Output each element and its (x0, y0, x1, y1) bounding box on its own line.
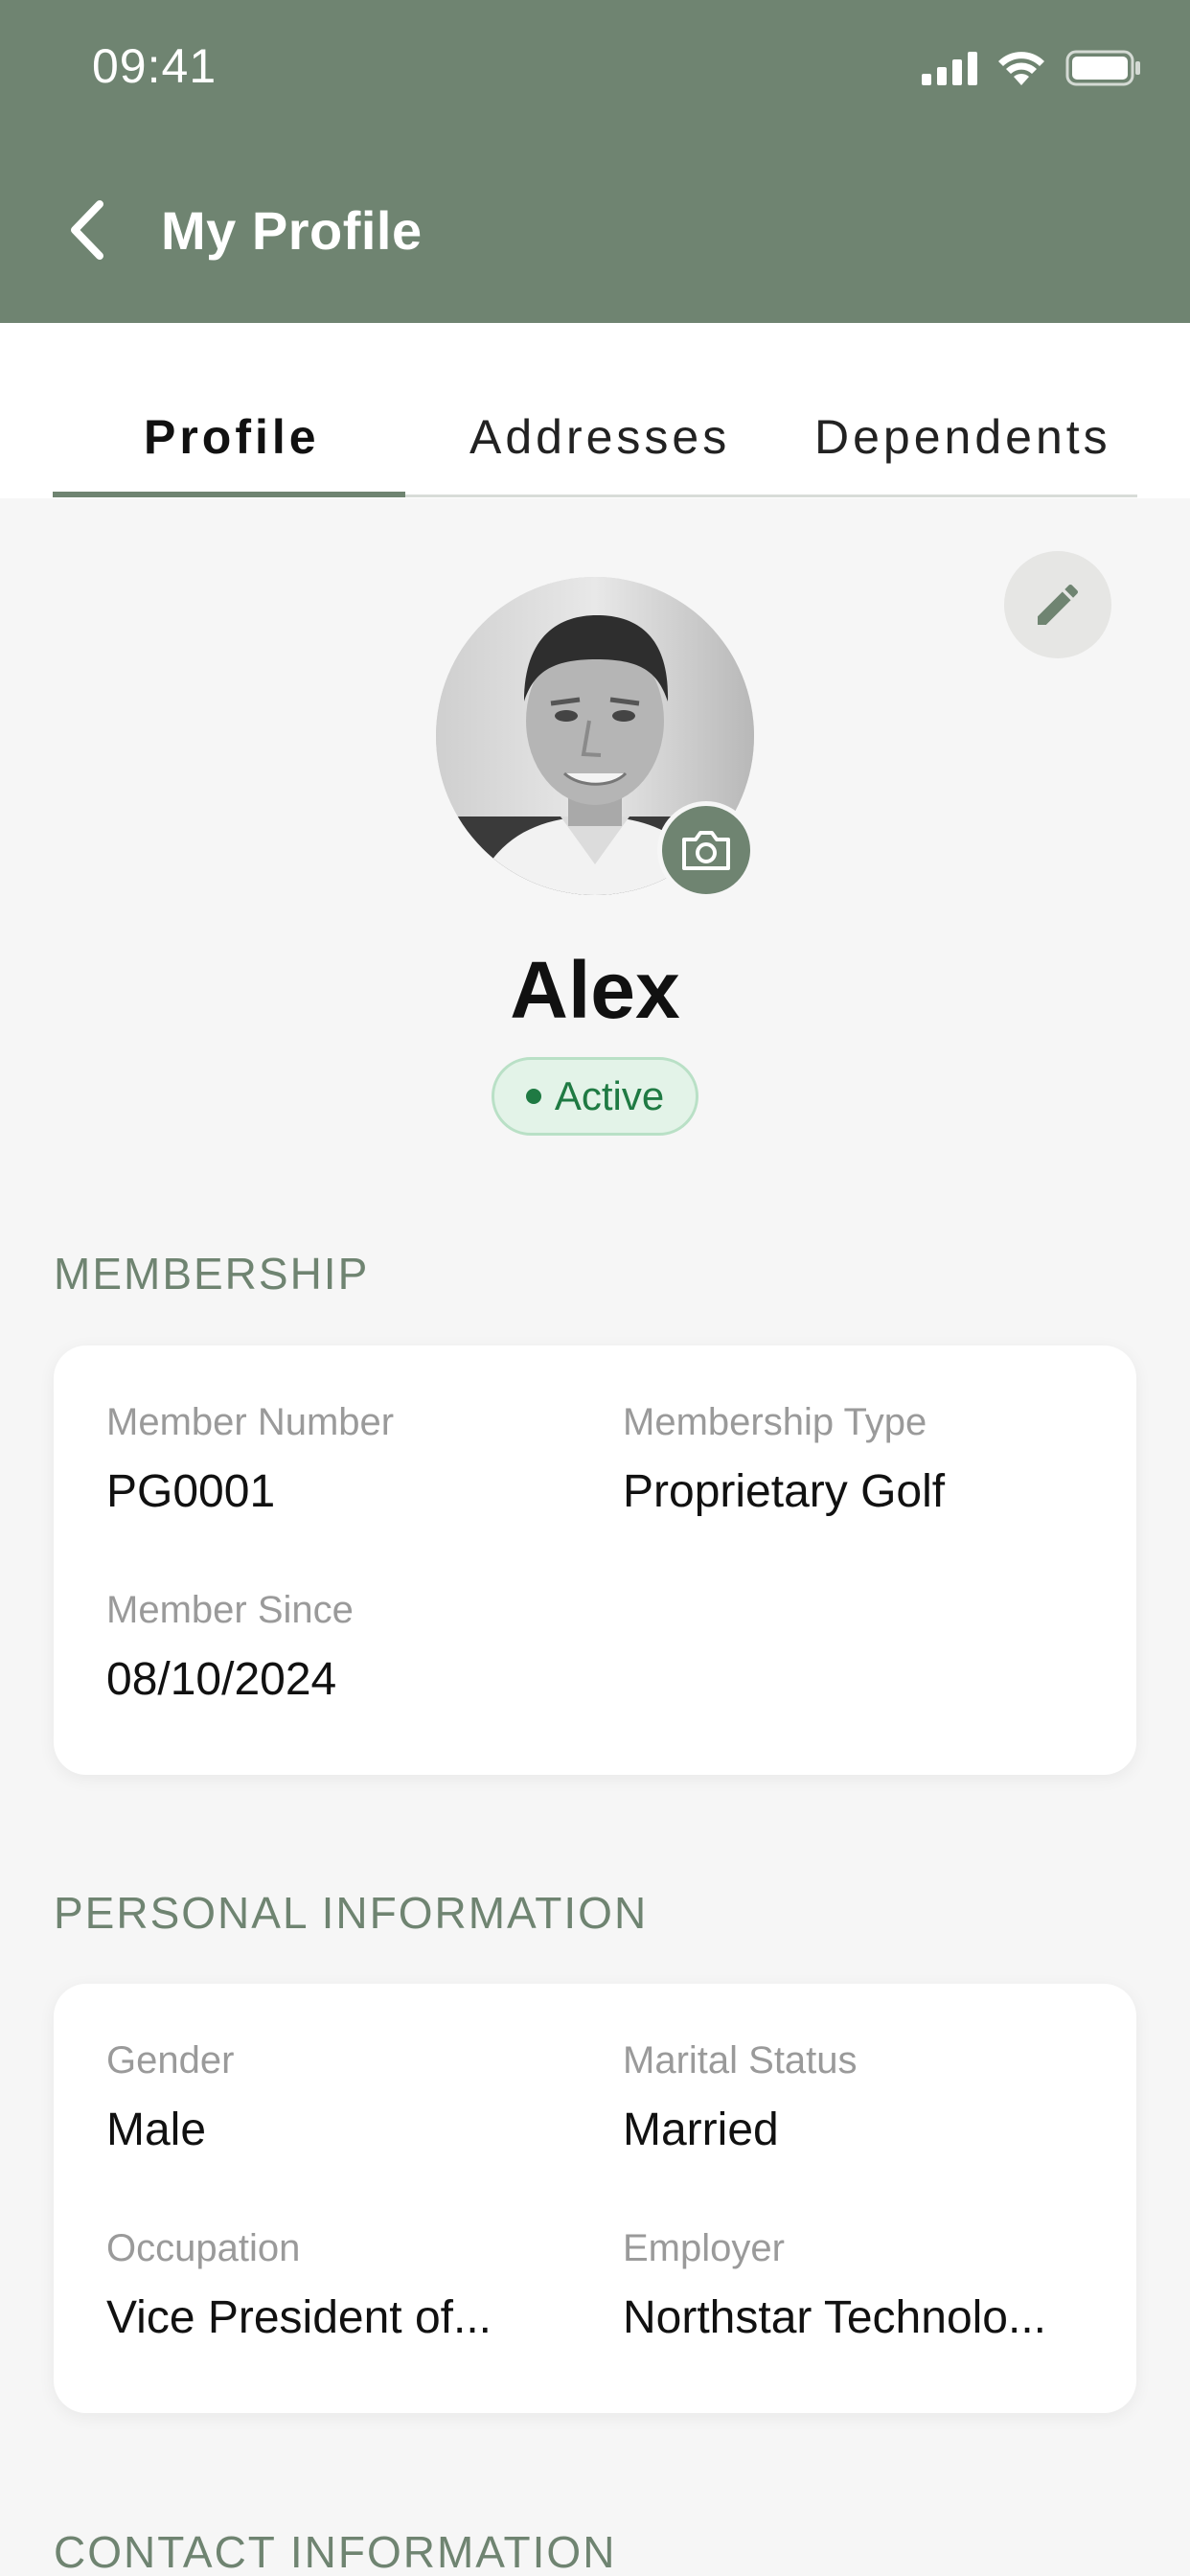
tab-dependents[interactable]: Dependents (814, 409, 1111, 465)
gender-field: Gender Male (106, 2039, 234, 2156)
wifi-icon (998, 52, 1044, 85)
contact-section-title: CONTACT INFORMATION (54, 2527, 617, 2576)
page-title: My Profile (161, 200, 423, 261)
field-label: Member Since (106, 1589, 354, 1631)
back-chevron-icon[interactable] (57, 196, 115, 264)
occupation-field: Occupation Vice President of... (106, 2227, 492, 2344)
tab-profile[interactable]: Profile (144, 409, 320, 465)
field-value: Proprietary Golf (623, 1466, 946, 1517)
tab-bar: Profile Addresses Dependents (0, 323, 1190, 498)
status-icons (922, 46, 1142, 90)
profile-name: Alex (510, 945, 680, 1035)
change-photo-button[interactable] (657, 801, 755, 899)
status-badge: Active (492, 1057, 698, 1136)
field-value: Male (106, 2104, 207, 2155)
field-value: PG0001 (106, 1466, 276, 1517)
employer-field: Employer Northstar Technolo... (623, 2227, 1046, 2344)
marital-status-field: Marital Status Married (623, 2039, 858, 2156)
personal-info-card: Gender Male Marital Status Married Occup… (54, 1984, 1136, 2413)
field-label: Marital Status (623, 2039, 858, 2082)
field-value: 08/10/2024 (106, 1654, 337, 1705)
tab-active-indicator (53, 492, 405, 497)
pencil-icon (1038, 584, 1079, 625)
camera-icon (682, 831, 730, 870)
field-label: Membership Type (623, 1401, 927, 1443)
app-header: 09:41 My Profile (0, 0, 1190, 323)
status-dot (525, 1089, 541, 1104)
field-value: Married (623, 2104, 779, 2155)
field-label: Member Number (106, 1401, 395, 1443)
member-number-field: Member Number PG0001 (106, 1401, 394, 1518)
tab-addresses[interactable]: Addresses (469, 409, 730, 465)
field-label: Gender (106, 2039, 235, 2082)
status-time: 09:41 (92, 39, 217, 93)
member-since-field: Member Since 08/10/2024 (106, 1589, 354, 1706)
edit-profile-button[interactable] (1004, 551, 1111, 658)
field-value: Northstar Technolo... (623, 2292, 1047, 2343)
field-value: Vice President of... (106, 2292, 492, 2343)
membership-section-title: MEMBERSHIP (54, 1249, 370, 1299)
field-label: Occupation (106, 2227, 301, 2269)
membership-type-field: Membership Type Proprietary Golf (623, 1401, 945, 1518)
personal-section-title: PERSONAL INFORMATION (54, 1888, 649, 1938)
field-label: Employer (623, 2227, 785, 2269)
battery-icon (1065, 50, 1140, 86)
membership-card: Member Number PG0001 Membership Type Pro… (54, 1346, 1136, 1775)
signal-icon (922, 51, 977, 85)
status-label: Active (554, 1073, 665, 1118)
